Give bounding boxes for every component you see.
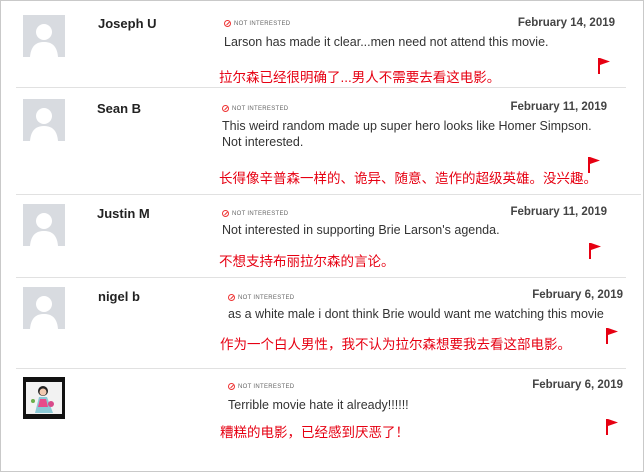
not-interested-badge: NOT INTERESTED (222, 210, 288, 217)
review-date: February 14, 2019 (517, 17, 615, 29)
review-translation: 不想支持布丽拉尔森的言论。 (219, 254, 395, 269)
review-date: February 6, 2019 (532, 379, 623, 391)
review-username[interactable]: Sean B (97, 101, 141, 116)
review-username[interactable]: nigel b (98, 289, 140, 304)
review-comment: Terrible movie hate it already!!!!!! (228, 398, 409, 412)
user-photo[interactable] (23, 377, 65, 419)
not-interested-icon (222, 210, 229, 217)
review-divider (16, 194, 641, 195)
review-translation: 长得像辛普森一样的、诡异、随意、造作的超级英雄。没兴趣。 (219, 171, 597, 186)
not-interested-label: NOT INTERESTED (232, 210, 289, 217)
default-avatar-icon[interactable] (23, 287, 65, 329)
flag-icon[interactable] (597, 57, 611, 75)
review-divider (16, 368, 626, 369)
review-comment-line: This weird random made up super hero loo… (222, 119, 592, 133)
review-date: February 11, 2019 (510, 101, 607, 113)
review-username[interactable]: Justin M (97, 206, 150, 221)
not-interested-icon (222, 105, 229, 112)
review-translation: 作为一个白人男性，我不认为拉尔森想要我去看这部电影。 (220, 337, 571, 352)
not-interested-badge: NOT INTERESTED (228, 294, 294, 301)
review-translation: 糟糕的电影，已经感到厌恶了！ (220, 425, 409, 440)
review-date: February 6, 2019 (532, 289, 623, 301)
not-interested-badge: NOT INTERESTED (224, 20, 290, 27)
review-username[interactable]: Joseph U (98, 16, 157, 31)
review-comment: as a white male i dont think Brie would … (228, 307, 604, 321)
flag-icon[interactable] (605, 418, 619, 436)
review-panel: Joseph U NOT INTERESTED February 14, 201… (0, 0, 644, 472)
flag-icon[interactable] (588, 242, 602, 260)
not-interested-label: NOT INTERESTED (238, 294, 295, 301)
review-divider (16, 277, 626, 278)
not-interested-label: NOT INTERESTED (234, 20, 291, 27)
flag-icon[interactable] (605, 327, 619, 345)
default-avatar-icon[interactable] (23, 15, 65, 57)
not-interested-icon (228, 383, 235, 390)
not-interested-icon (228, 294, 235, 301)
review-translation: 拉尔森已经很明确了...男人不需要去看这电影。 (219, 70, 501, 85)
default-avatar-icon[interactable] (23, 204, 65, 246)
review-comment: Larson has made it clear...men need not … (224, 35, 549, 49)
default-avatar-icon[interactable] (23, 99, 65, 141)
review-comment-line: Not interested. (222, 135, 304, 149)
flag-icon[interactable] (587, 156, 601, 174)
not-interested-badge: NOT INTERESTED (228, 383, 294, 390)
review-comment: Not interested in supporting Brie Larson… (222, 223, 500, 237)
review-date: February 11, 2019 (510, 206, 607, 218)
not-interested-badge: NOT INTERESTED (222, 105, 288, 112)
not-interested-icon (224, 20, 231, 27)
review-divider (16, 87, 626, 88)
not-interested-label: NOT INTERESTED (232, 105, 289, 112)
not-interested-label: NOT INTERESTED (238, 383, 295, 390)
